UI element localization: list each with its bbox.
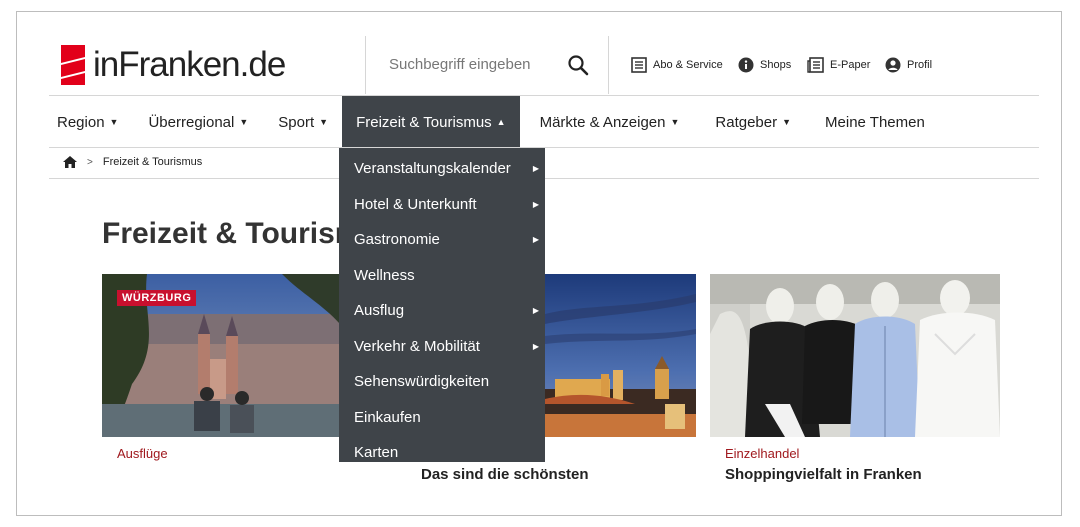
nav-item-ueberregional[interactable]: Überregional ▼	[140, 96, 256, 148]
dropdown-item-label: Wellness	[354, 266, 415, 284]
header-divider	[608, 36, 609, 94]
card-image-skyline[interactable]	[545, 274, 696, 437]
dropdown-item-verkehr-mobilitaet[interactable]: Verkehr & Mobilität ▶	[339, 329, 545, 365]
caret-down-icon: ▼	[319, 117, 329, 127]
dropdown-item-label: Einkaufen	[354, 408, 421, 426]
card-image-shopping[interactable]	[710, 274, 1000, 437]
util-abo-service[interactable]: Abo & Service	[631, 57, 723, 73]
nav-label: Märkte & Anzeigen	[539, 113, 666, 131]
location-badge: WÜRZBURG	[117, 290, 197, 306]
search-icon[interactable]	[567, 54, 589, 76]
search-input[interactable]: Suchbegriff eingeben	[389, 56, 531, 73]
dropdown-item-label: Veranstaltungskalender	[354, 160, 511, 178]
util-label: Profil	[907, 59, 933, 71]
caret-up-icon: ▲	[496, 117, 506, 127]
nav-label: Region	[57, 113, 105, 131]
dropdown-item-veranstaltungskalender[interactable]: Veranstaltungskalender ▶	[339, 151, 545, 187]
nav-item-ratgeber[interactable]: Ratgeber ▼	[707, 96, 799, 148]
dropdown-item-label: Ausflug	[354, 302, 405, 320]
chevron-right-icon: ▶	[532, 199, 539, 209]
nav-item-maerkte-anzeigen[interactable]: Märkte & Anzeigen ▼	[532, 96, 688, 148]
chevron-right-icon: ▶	[532, 306, 539, 316]
util-epaper[interactable]: E-Paper	[807, 57, 870, 73]
dropdown-item-einkaufen[interactable]: Einkaufen	[339, 400, 545, 436]
nav-label: Ratgeber	[715, 113, 778, 131]
dropdown-item-karten[interactable]: Karten	[339, 435, 545, 471]
caret-down-icon: ▼	[782, 117, 792, 127]
util-label: E-Paper	[830, 59, 871, 71]
dropdown-item-gastronomie[interactable]: Gastronomie ▶	[339, 222, 545, 258]
main-nav: Region ▼ Überregional ▼ Sport ▼ Freizeit & …	[49, 96, 935, 148]
user-icon	[885, 57, 901, 73]
nav-label: Freizeit & Tourismus	[356, 113, 492, 131]
nav-item-freizeit-tourismus[interactable]: Freizeit & Tourismus ▲	[342, 96, 520, 148]
card-kicker[interactable]: Ausflüge	[117, 446, 168, 461]
util-label: Abo & Service	[653, 59, 723, 71]
util-profil[interactable]: Profil	[885, 57, 932, 73]
breadcrumb-separator: >	[87, 156, 93, 168]
util-shops[interactable]: Shops	[738, 57, 791, 73]
logo-text: inFranken.de	[93, 45, 286, 84]
page-title: Freizeit & Tourismus	[102, 217, 342, 250]
info-icon	[738, 57, 754, 73]
epaper-icon	[807, 57, 824, 73]
chevron-right-icon: ▶	[532, 235, 539, 245]
chevron-right-icon: ▶	[532, 164, 539, 174]
nav-label: Sport	[278, 113, 315, 131]
dropdown-item-label: Hotel & Unterkunft	[354, 195, 477, 213]
card-headline[interactable]: Shoppingvielfalt in Franken	[725, 466, 922, 483]
chevron-right-icon: ▶	[532, 341, 539, 351]
logo-flag-icon	[61, 45, 85, 85]
nav-label: Meine Themen	[825, 113, 925, 131]
dropdown-item-label: Verkehr & Mobilität	[354, 337, 480, 355]
dropdown-item-hotel-unterkunft[interactable]: Hotel & Unterkunft ▶	[339, 187, 545, 223]
home-icon[interactable]	[63, 156, 77, 168]
breadcrumb: > Freizeit & Tourismus	[63, 156, 202, 168]
freizeit-dropdown-menu: Veranstaltungskalender ▶ Hotel & Unterku…	[339, 148, 545, 462]
caret-down-icon: ▼	[670, 117, 680, 127]
util-label: Shops	[760, 59, 792, 71]
nav-item-region[interactable]: Region ▼	[49, 96, 126, 148]
dropdown-item-label: Sehenswürdigkeiten	[354, 373, 490, 391]
header-divider	[365, 36, 366, 94]
card-image-wuerzburg[interactable]: WÜRZBURG	[102, 274, 340, 437]
nav-item-meine-themen[interactable]: Meine Themen	[817, 96, 933, 148]
dropdown-item-wellness[interactable]: Wellness	[339, 258, 545, 294]
card-kicker[interactable]: Einzelhandel	[725, 446, 799, 461]
dropdown-item-label: Gastronomie	[354, 231, 440, 249]
caret-down-icon: ▼	[239, 117, 249, 127]
site-logo[interactable]: inFranken.de	[61, 44, 286, 86]
nav-item-sport[interactable]: Sport ▼	[270, 96, 336, 148]
breadcrumb-current: Freizeit & Tourismus	[102, 156, 203, 168]
newspaper-list-icon	[631, 57, 647, 73]
dropdown-item-ausflug[interactable]: Ausflug ▶	[339, 293, 545, 329]
dropdown-item-sehenswuerdigkeiten[interactable]: Sehenswürdigkeiten	[339, 364, 545, 400]
caret-down-icon: ▼	[109, 117, 119, 127]
nav-label: Überregional	[148, 113, 235, 131]
page-frame: inFranken.de Suchbegriff eingeben Abo & …	[16, 11, 1062, 516]
dropdown-item-label: Karten	[354, 444, 399, 462]
